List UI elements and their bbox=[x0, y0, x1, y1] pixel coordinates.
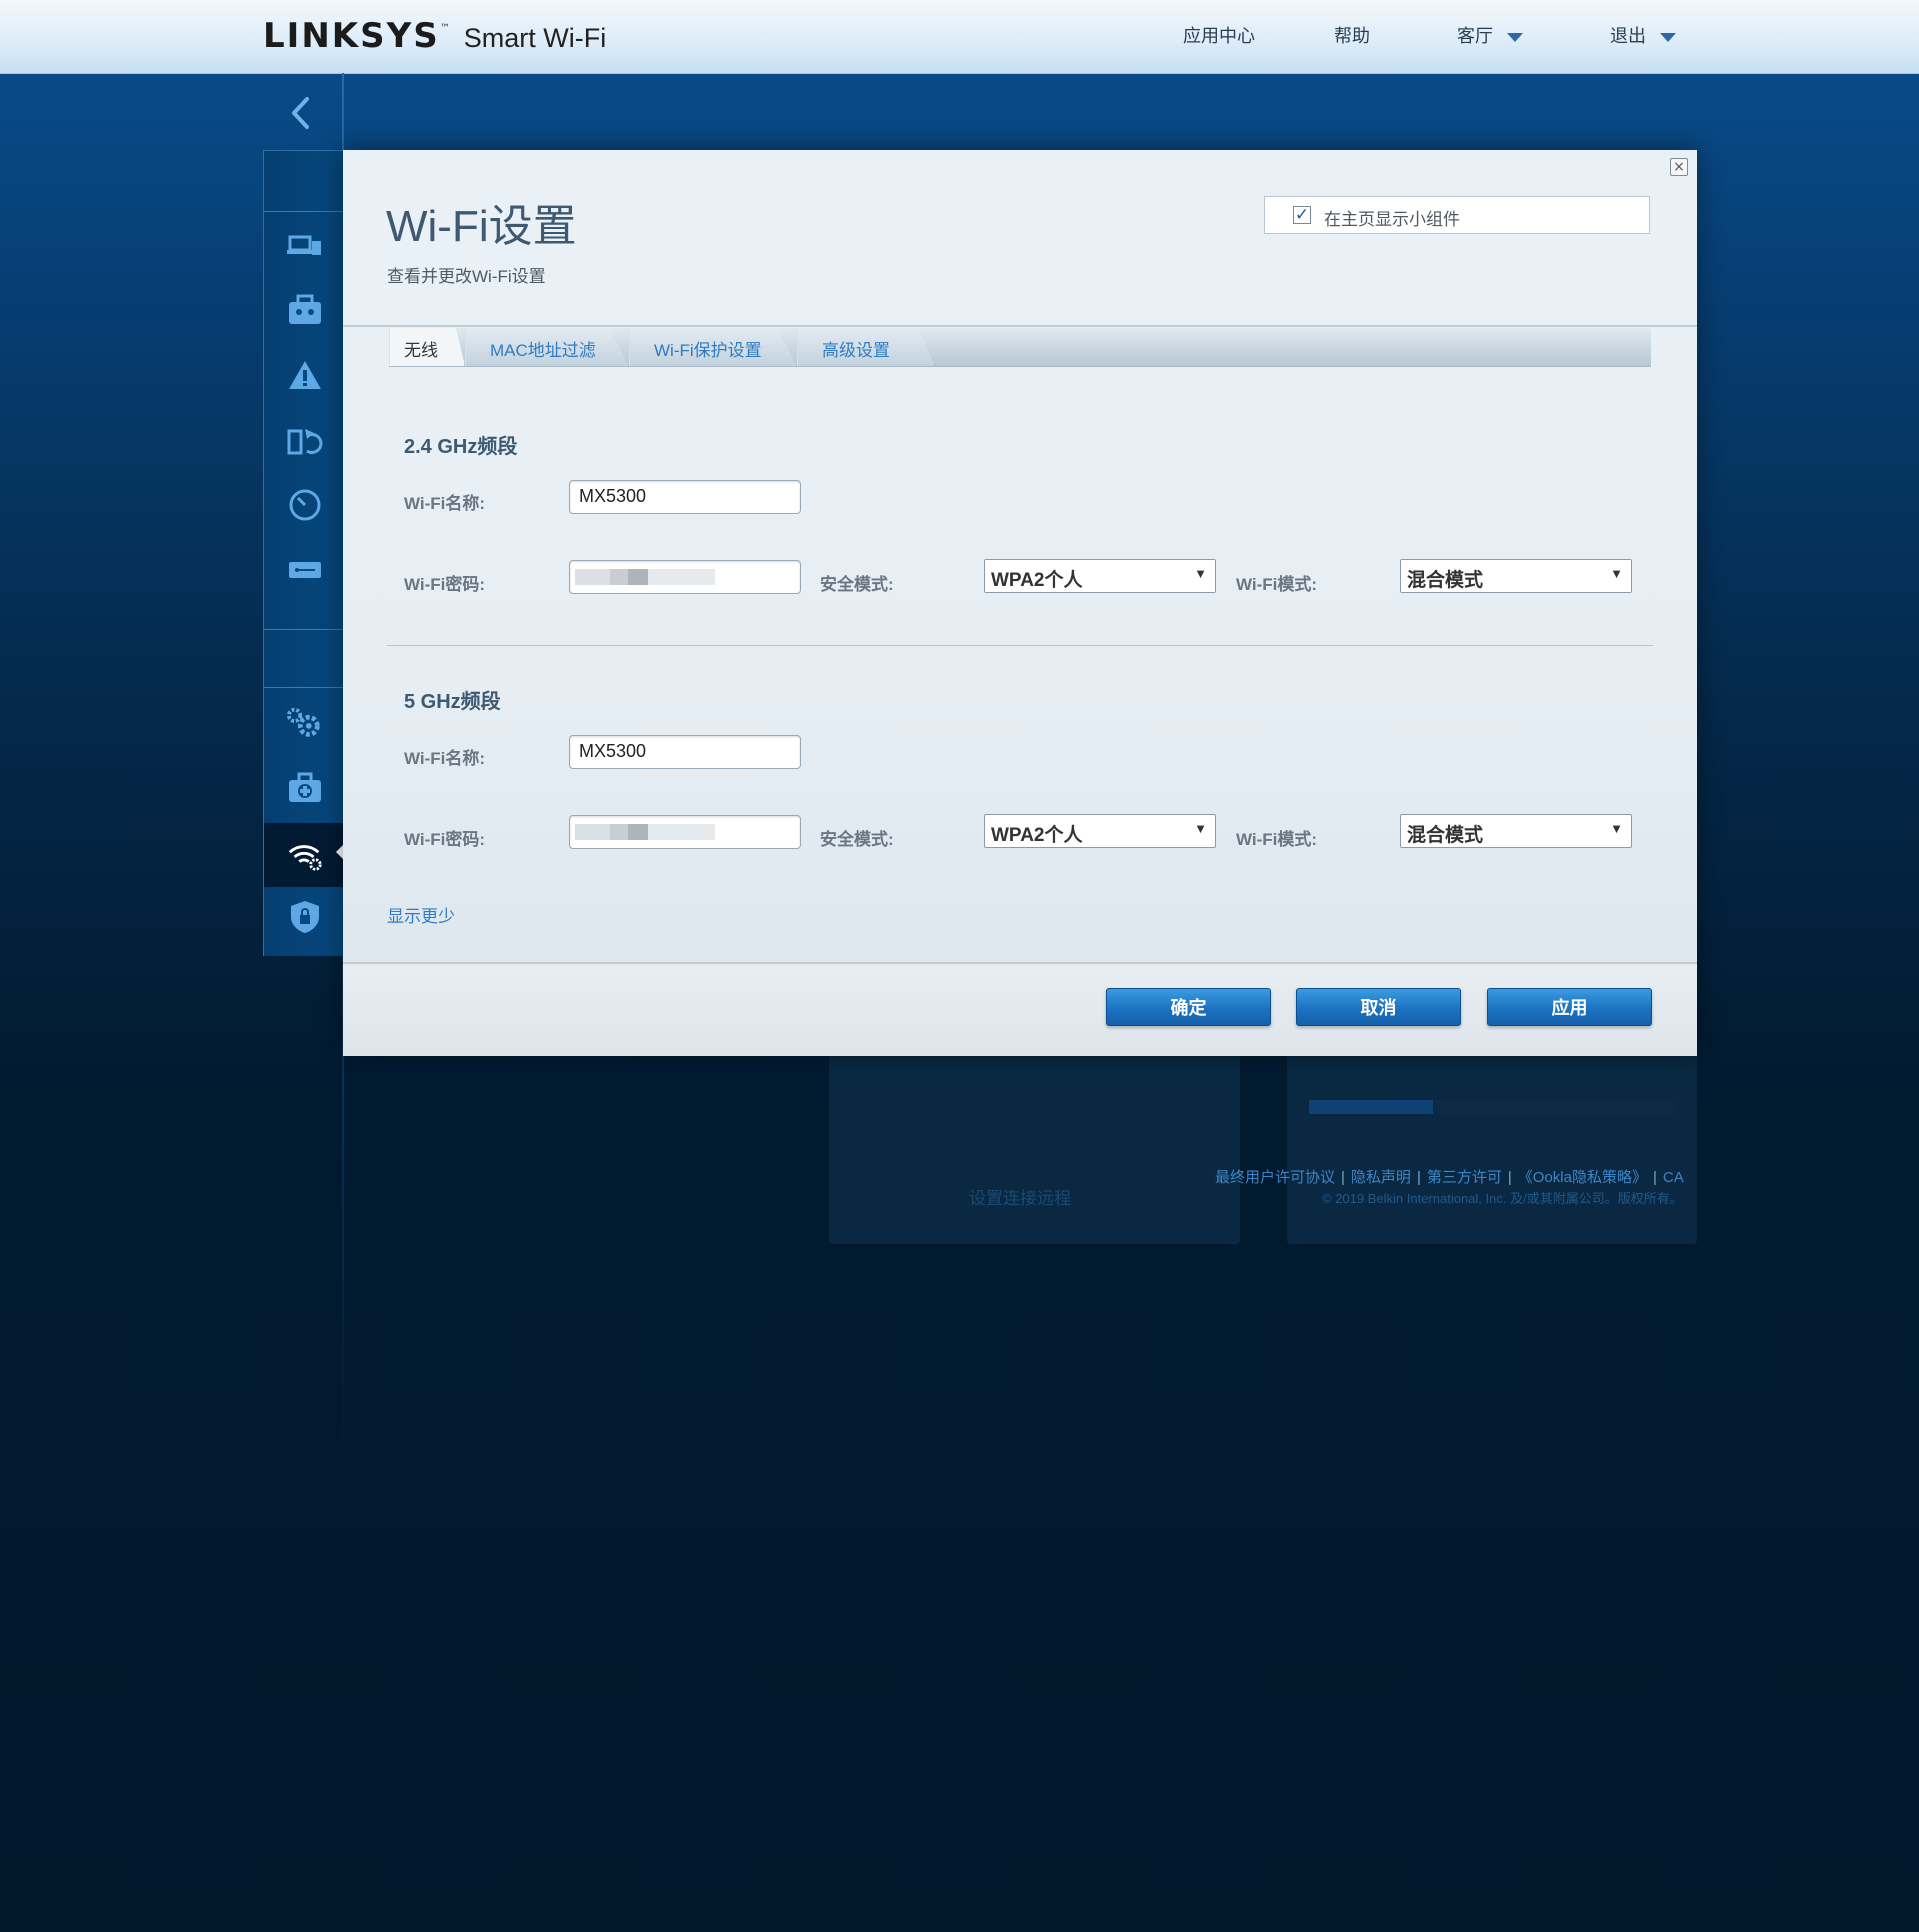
nav-app-center[interactable]: 应用中心 bbox=[1183, 22, 1255, 48]
band-5-name-label: Wi-Fi名称: bbox=[404, 749, 486, 768]
header-divider bbox=[343, 325, 1697, 327]
nav-guest-label: 客厅 bbox=[1457, 26, 1493, 46]
trademark-mark: ™ bbox=[439, 23, 450, 34]
parental-controls-icon[interactable] bbox=[286, 291, 324, 329]
tab-bar: 无线 MAC地址过滤 Wi-Fi保护设置 高级设置 bbox=[389, 328, 1651, 367]
brand-name: LINKSYS bbox=[263, 16, 440, 56]
close-icon[interactable]: × bbox=[1670, 158, 1688, 176]
nav-logout-label: 退出 bbox=[1610, 26, 1646, 46]
band-5-mode-select[interactable]: 混合模式 ▼ bbox=[1400, 814, 1632, 848]
dialog-subtitle: 查看并更改Wi-Fi设置 bbox=[387, 267, 546, 286]
connectivity-update-icon[interactable] bbox=[286, 422, 324, 460]
band-24-mode-label: Wi-Fi模式: bbox=[1236, 575, 1318, 594]
tool-sidebar bbox=[263, 150, 345, 956]
band-5-security-select[interactable]: WPA2个人 ▼ bbox=[984, 814, 1216, 848]
background-card-storage bbox=[1287, 1054, 1697, 1244]
band-5-security-label: 安全模式: bbox=[820, 830, 894, 849]
device-list-icon[interactable] bbox=[286, 227, 324, 265]
sidebar-divider bbox=[264, 629, 344, 630]
band-5-mode-label: Wi-Fi模式: bbox=[1236, 830, 1318, 849]
band-24-security-value: WPA2个人 bbox=[991, 570, 1083, 591]
band-24-security-label: 安全模式: bbox=[820, 575, 894, 594]
footer-link-ookla[interactable]: 《Ookla隐私策略》 bbox=[1518, 1169, 1647, 1186]
band-24-mode-value: 混合模式 bbox=[1407, 570, 1484, 591]
apply-button[interactable]: 应用 bbox=[1487, 988, 1652, 1026]
password-mask bbox=[575, 569, 715, 585]
speed-test-icon[interactable] bbox=[286, 486, 324, 524]
dropdown-arrow-icon: ▼ bbox=[1610, 821, 1623, 836]
band-5-security-value: WPA2个人 bbox=[991, 825, 1083, 846]
tab-wireless[interactable]: 无线 bbox=[389, 328, 465, 366]
tab-mac-filter[interactable]: MAC地址过滤 bbox=[465, 328, 629, 366]
background-card-remote: 设置连接远程 bbox=[829, 1054, 1240, 1244]
footer-link-ca[interactable]: CA bbox=[1663, 1169, 1684, 1186]
gear-icon[interactable] bbox=[286, 704, 324, 742]
footer-link-privacy[interactable]: 隐私声明 bbox=[1351, 1169, 1411, 1186]
dropdown-arrow-icon: ▼ bbox=[1194, 821, 1207, 836]
dialog-footer: 确定 取消 应用 bbox=[343, 962, 1697, 1056]
top-bar: LINKSYS ™ Smart Wi-Fi 应用中心 帮助 客厅 退出 bbox=[0, 0, 1919, 74]
nav-guest-menu[interactable]: 客厅 bbox=[1457, 22, 1523, 48]
storage-bar bbox=[1309, 1100, 1675, 1114]
page-footer-links: 最终用户许可协议 | 隐私声明 | 第三方许可 | 《Ookla隐私策略》 | CA bbox=[1215, 1169, 1684, 1186]
band-24-password-input[interactable] bbox=[569, 560, 801, 594]
password-mask bbox=[575, 824, 715, 840]
wifi-settings-dialog: × Wi-Fi设置 查看并更改Wi-Fi设置 ✓ 在主页显示小组件 无线 MAC… bbox=[343, 150, 1697, 1056]
show-widget-checkbox[interactable]: ✓ bbox=[1293, 206, 1311, 224]
security-shield-icon[interactable] bbox=[286, 898, 324, 936]
tab-wps[interactable]: Wi-Fi保护设置 bbox=[629, 328, 797, 366]
usb-storage-icon[interactable] bbox=[286, 551, 324, 589]
band-24-name-input[interactable]: MX5300 bbox=[569, 480, 801, 514]
show-less-link[interactable]: 显示更少 bbox=[387, 902, 455, 927]
band-24-security-select[interactable]: WPA2个人 ▼ bbox=[984, 559, 1216, 593]
linksys-logo: LINKSYS ™ Smart Wi-Fi bbox=[263, 16, 606, 56]
show-widget-label: 在主页显示小组件 bbox=[1324, 210, 1460, 229]
product-name: Smart Wi-Fi bbox=[463, 23, 607, 53]
band-5-password-input[interactable] bbox=[569, 815, 801, 849]
chevron-down-icon bbox=[1507, 32, 1523, 42]
sidebar-divider bbox=[264, 687, 344, 688]
band-24-password-label: Wi-Fi密码: bbox=[404, 575, 486, 594]
cancel-button[interactable]: 取消 bbox=[1296, 988, 1461, 1026]
band-24-title: 2.4 GHz频段 bbox=[404, 436, 518, 458]
band-5-title: 5 GHz频段 bbox=[404, 691, 501, 713]
show-widget-option[interactable]: ✓ 在主页显示小组件 bbox=[1264, 196, 1650, 234]
chevron-down-icon bbox=[1660, 32, 1676, 42]
troubleshooting-icon[interactable] bbox=[286, 769, 324, 807]
footer-link-third-party[interactable]: 第三方许可 bbox=[1427, 1169, 1502, 1186]
nav-help[interactable]: 帮助 bbox=[1334, 22, 1370, 48]
wifi-settings-icon[interactable] bbox=[286, 836, 324, 874]
ok-button[interactable]: 确定 bbox=[1106, 988, 1271, 1026]
band-24-name-label: Wi-Fi名称: bbox=[404, 494, 486, 513]
band-divider bbox=[387, 645, 1653, 646]
band-24-mode-select[interactable]: 混合模式 ▼ bbox=[1400, 559, 1632, 593]
nav-logout-menu[interactable]: 退出 bbox=[1610, 22, 1676, 48]
dropdown-arrow-icon: ▼ bbox=[1194, 566, 1207, 581]
network-alert-icon[interactable] bbox=[286, 356, 324, 394]
copyright-text: © 2019 Belkin International, Inc. 及/或其附属… bbox=[1322, 1191, 1683, 1206]
background-card-text: 设置连接远程 bbox=[969, 1189, 1071, 1208]
back-arrow-icon[interactable] bbox=[289, 95, 313, 131]
tab-advanced[interactable]: 高级设置 bbox=[797, 328, 935, 366]
band-5-mode-value: 混合模式 bbox=[1407, 825, 1484, 846]
band-5-password-label: Wi-Fi密码: bbox=[404, 830, 486, 849]
band-5-name-input[interactable]: MX5300 bbox=[569, 735, 801, 769]
dropdown-arrow-icon: ▼ bbox=[1610, 566, 1623, 581]
storage-bar-fill bbox=[1309, 1100, 1434, 1114]
sidebar-divider bbox=[264, 211, 344, 212]
dialog-title: Wi-Fi设置 bbox=[386, 202, 577, 251]
footer-link-eula[interactable]: 最终用户许可协议 bbox=[1215, 1169, 1335, 1186]
